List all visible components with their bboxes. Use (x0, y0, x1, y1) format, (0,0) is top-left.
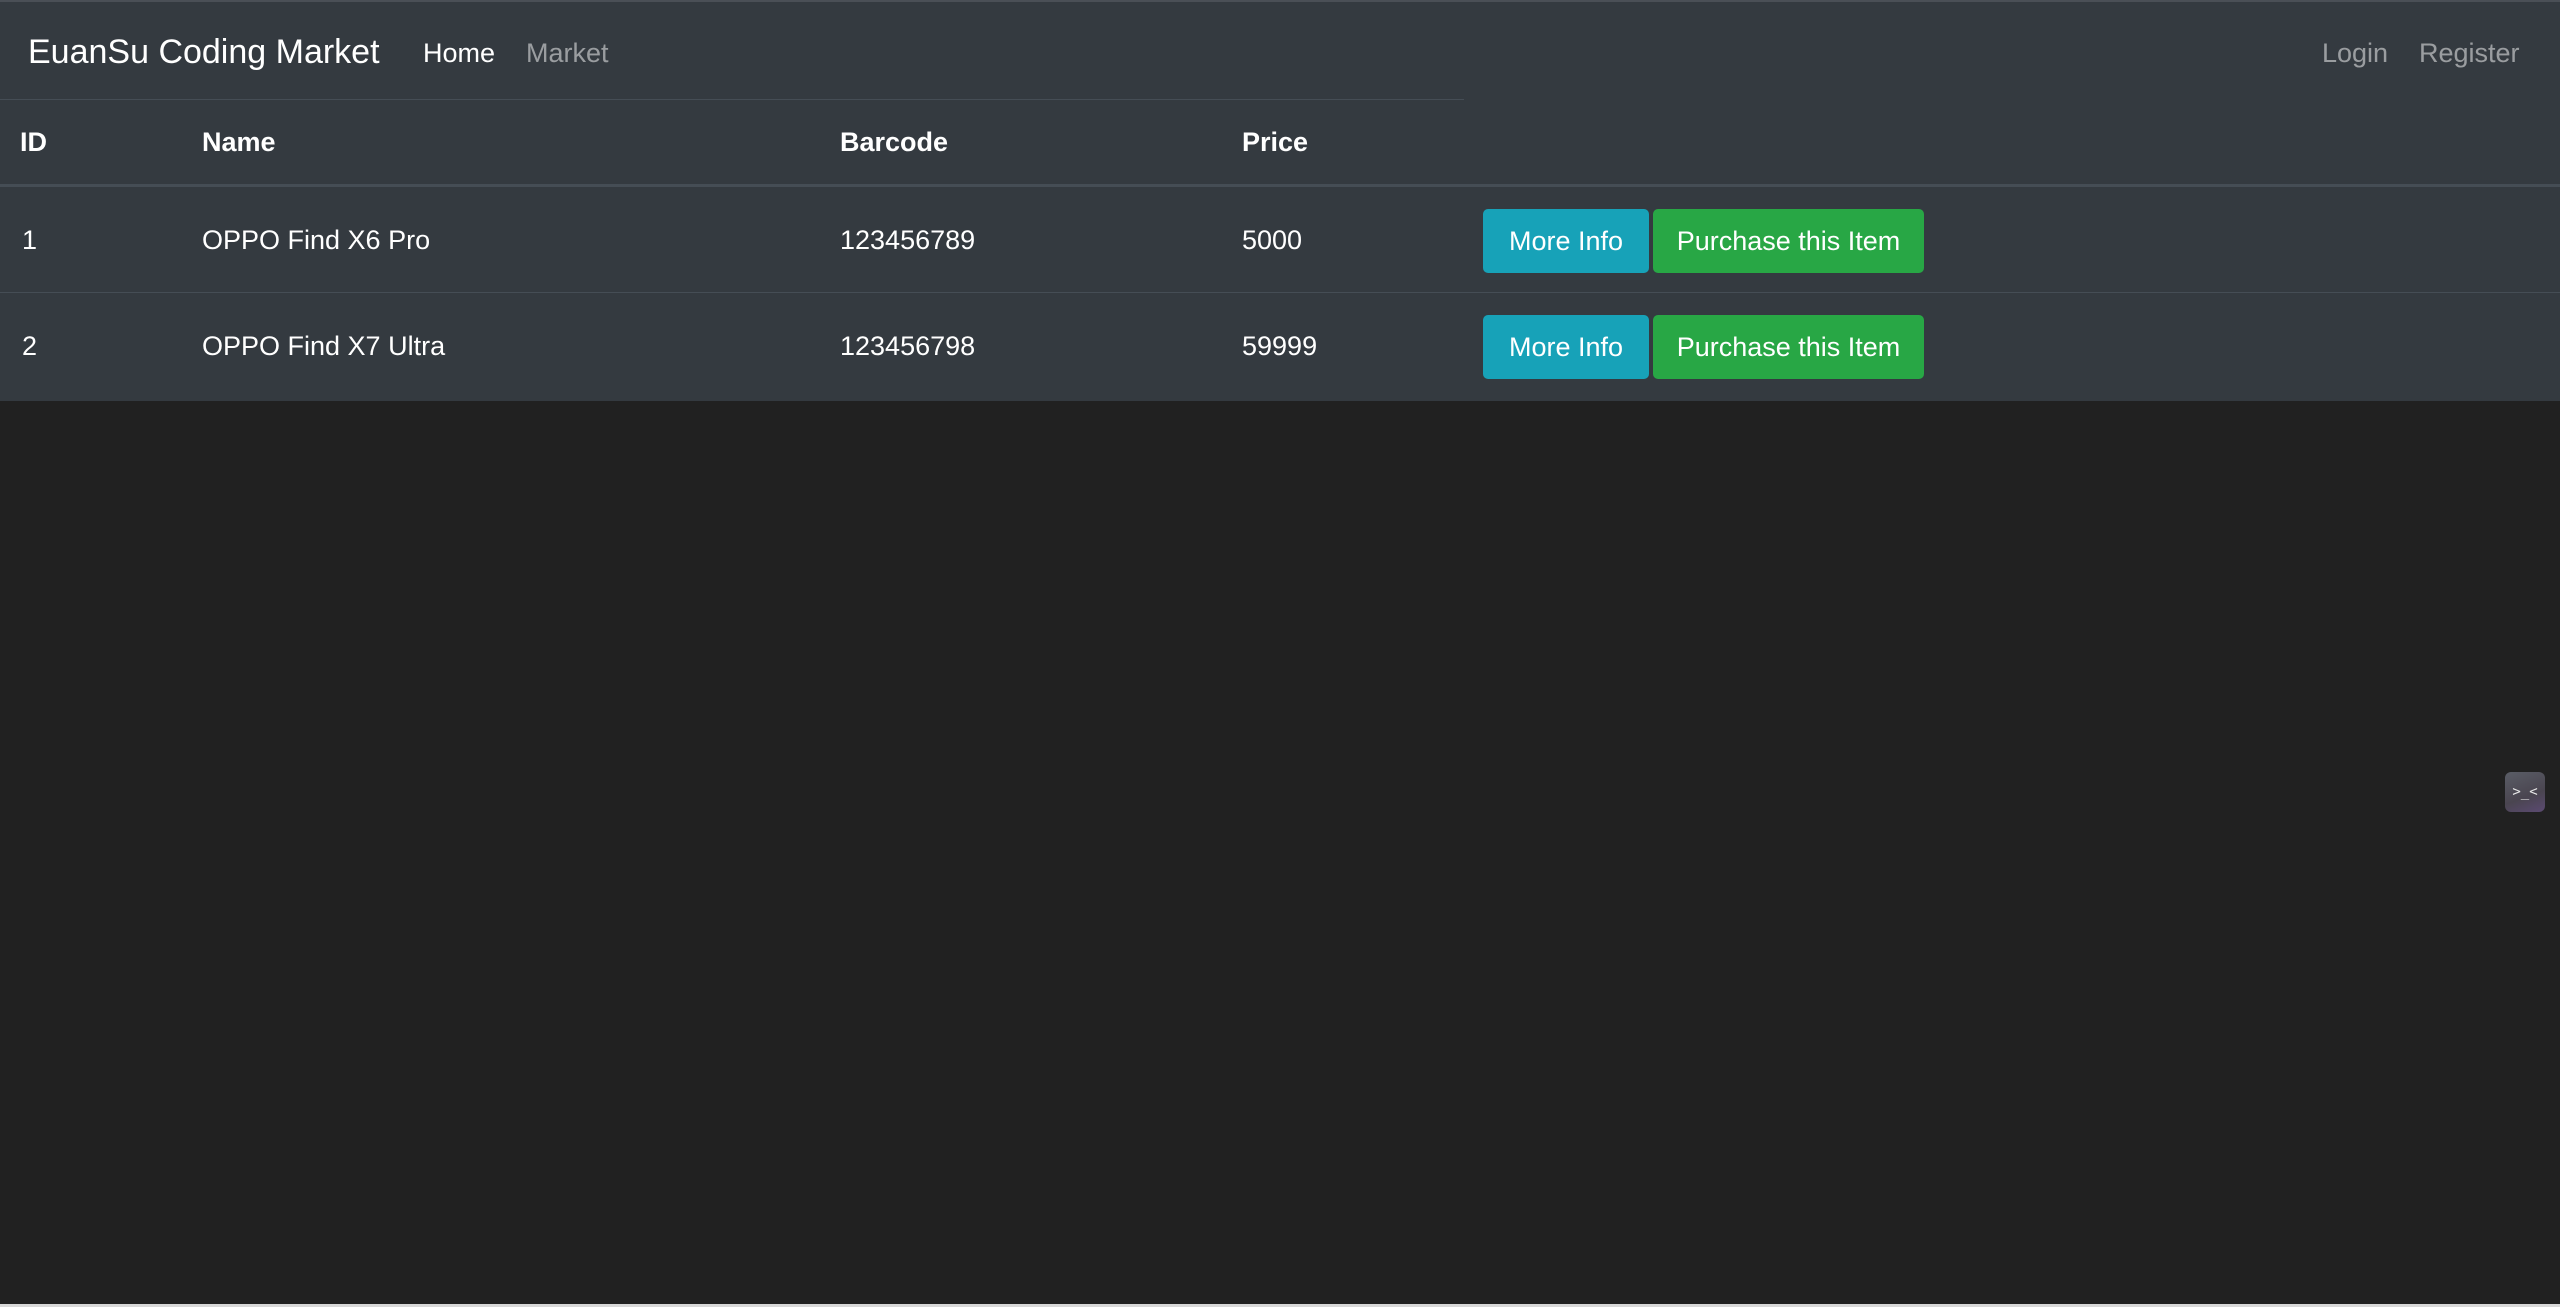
cell-barcode: 123456789 (840, 225, 976, 255)
header-id: ID (20, 127, 47, 157)
nav-market-link[interactable]: Market (526, 33, 609, 73)
items-table-container: ID Name Barcode Price 1 OPPO Find X6 Pro… (0, 100, 2560, 401)
navbar: EuanSu Coding Market Home Market Login R… (0, 2, 2560, 100)
cell-id: 2 (22, 331, 38, 361)
cell-name: OPPO Find X6 Pro (202, 225, 431, 255)
table-row: 2 OPPO Find X7 Ultra 123456798 59999 Mor… (0, 293, 2560, 400)
table-body: 1 OPPO Find X6 Pro 123456789 5000 More I… (0, 186, 2560, 400)
more-info-button[interactable]: More Info (1483, 315, 1649, 379)
register-link[interactable]: Register (2419, 33, 2520, 73)
cell-actions: More Info Purchase this Item (1483, 186, 2560, 293)
header-name: Name (202, 127, 276, 157)
header-actions (1483, 100, 2560, 186)
purchase-item-button[interactable]: Purchase this Item (1653, 315, 1924, 379)
table-row: 1 OPPO Find X6 Pro 123456789 5000 More I… (0, 186, 2560, 293)
table-header: ID Name Barcode Price (0, 100, 2560, 186)
cell-actions: More Info Purchase this Item (1483, 293, 2560, 400)
cell-barcode: 123456798 (840, 331, 976, 361)
cell-id: 1 (22, 225, 38, 255)
nav-home-link[interactable]: Home (423, 33, 495, 73)
page: EuanSu Coding Market Home Market Login R… (0, 0, 2560, 1307)
brand-link[interactable]: EuanSu Coding Market (28, 30, 380, 74)
login-link[interactable]: Login (2322, 33, 2388, 73)
table-header-row: ID Name Barcode Price (0, 100, 2560, 186)
cell-price: 5000 (1242, 225, 1303, 255)
more-info-button[interactable]: More Info (1483, 209, 1649, 273)
header-price: Price (1242, 127, 1309, 157)
cell-price: 59999 (1242, 331, 1318, 361)
cell-name: OPPO Find X7 Ultra (202, 331, 446, 361)
items-table: ID Name Barcode Price 1 OPPO Find X6 Pro… (0, 100, 2560, 400)
terminal-face-icon[interactable]: >_< (2505, 772, 2545, 812)
purchase-item-button[interactable]: Purchase this Item (1653, 209, 1924, 273)
header-barcode: Barcode (840, 127, 949, 157)
